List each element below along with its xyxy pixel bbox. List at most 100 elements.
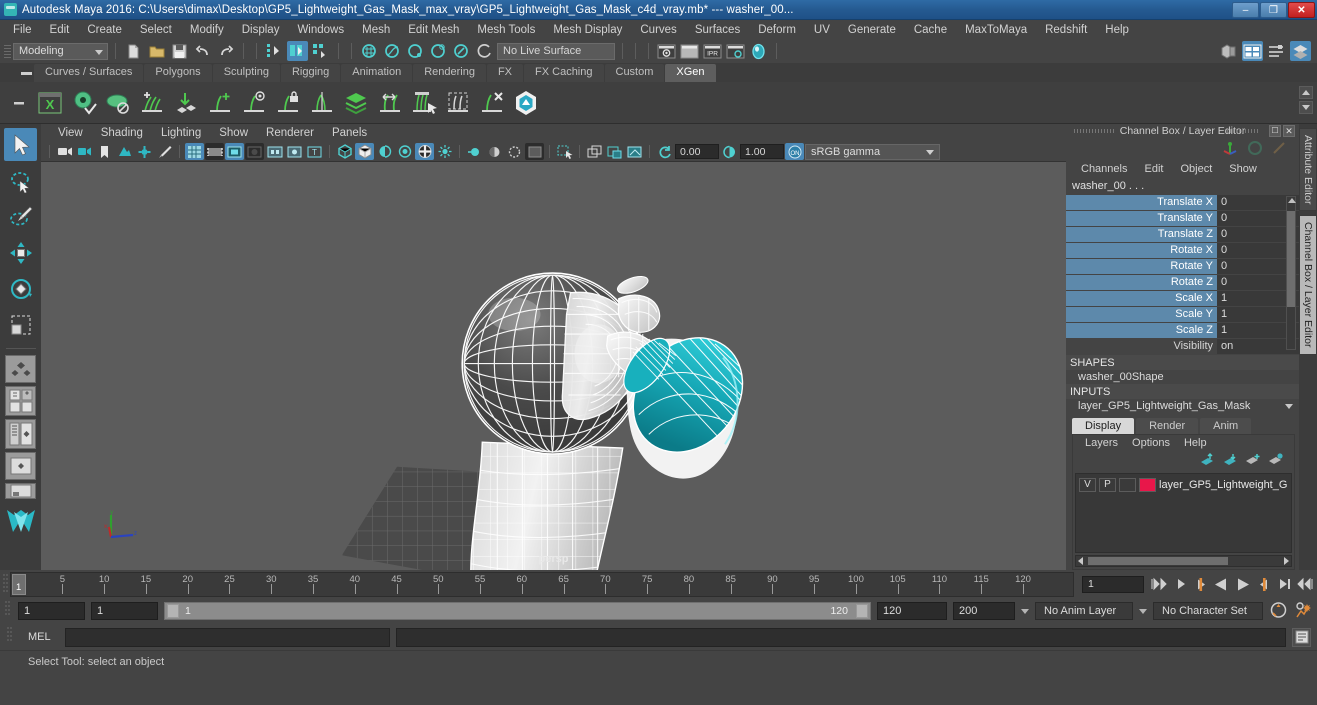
- xgen-layer-icon[interactable]: [340, 86, 372, 120]
- menu-item-edit-mesh[interactable]: Edit Mesh: [399, 22, 468, 38]
- layer-menu-help[interactable]: Help: [1177, 437, 1214, 449]
- xgen-mirror-guide-icon[interactable]: [306, 86, 338, 120]
- scroll-right-icon[interactable]: [1284, 557, 1289, 565]
- menu-item-display[interactable]: Display: [233, 22, 289, 38]
- layer-menu-options[interactable]: Options: [1125, 437, 1177, 449]
- lasso-select-tool-icon[interactable]: [4, 164, 37, 197]
- menu-item-windows[interactable]: Windows: [288, 22, 353, 38]
- tab-channel-box-layer-editor[interactable]: Channel Box / Layer Editor: [1299, 215, 1317, 355]
- scroll-left-icon[interactable]: [1078, 557, 1083, 565]
- snap-to-view-plane-icon[interactable]: [451, 41, 472, 61]
- go-to-end-button[interactable]: [1296, 575, 1315, 593]
- layer-editor-tab-display[interactable]: Display: [1072, 418, 1135, 434]
- snap-to-point-icon[interactable]: [405, 41, 426, 61]
- channel-row[interactable]: Visibility on: [1066, 339, 1299, 354]
- image-plane-icon[interactable]: [115, 143, 134, 160]
- menu-item-cache[interactable]: Cache: [905, 22, 956, 38]
- xgen-groom-brush-icon[interactable]: [374, 86, 406, 120]
- command-line-grip[interactable]: [6, 625, 14, 649]
- menu-item-mesh-tools[interactable]: Mesh Tools: [468, 22, 544, 38]
- character-set-selector[interactable]: No Character Set: [1153, 602, 1263, 620]
- manipulator-scale-icon[interactable]: [1271, 140, 1287, 159]
- xgen-import-collection-icon[interactable]: [170, 86, 202, 120]
- four-view-layout-icon[interactable]: [5, 386, 36, 416]
- range-slider-grip[interactable]: [4, 599, 12, 623]
- animation-end-time-field[interactable]: 200: [953, 602, 1015, 620]
- menu-item-redshift[interactable]: Redshift: [1036, 22, 1096, 38]
- anim-layer-selector[interactable]: No Anim Layer: [1035, 602, 1133, 620]
- channel-row[interactable]: Rotate Y0: [1066, 259, 1299, 274]
- shelf-tab-fx[interactable]: FX: [486, 64, 524, 82]
- channel-label[interactable]: Translate Y: [1066, 211, 1217, 226]
- smooth-shade-all-icon[interactable]: [355, 143, 374, 160]
- select-by-object-type-icon[interactable]: [287, 41, 308, 61]
- xgen-bifrost-icon[interactable]: [510, 86, 542, 120]
- menu-item-surfaces[interactable]: Surfaces: [686, 22, 749, 38]
- outliner-persp-layout-icon[interactable]: [5, 419, 36, 449]
- ambient-occlusion-icon[interactable]: [485, 143, 504, 160]
- snap-to-grid-icon[interactable]: [359, 41, 380, 61]
- menu-item-uv[interactable]: UV: [805, 22, 839, 38]
- input-node-row[interactable]: layer_GP5_Lightweight_Gas_Mask: [1066, 399, 1299, 413]
- ipr-render-icon[interactable]: IPR: [702, 41, 723, 61]
- range-slider-left-handle[interactable]: [167, 604, 179, 618]
- new-scene-icon[interactable]: [123, 41, 144, 61]
- maximize-button[interactable]: ❐: [1260, 2, 1287, 18]
- viewport-menu-view[interactable]: View: [49, 127, 92, 139]
- select-by-component-type-icon[interactable]: [310, 41, 331, 61]
- channel-row[interactable]: Scale Z1: [1066, 323, 1299, 338]
- open-scene-icon[interactable]: [146, 41, 167, 61]
- command-input-field[interactable]: [64, 627, 390, 647]
- shelf-tab-polygons[interactable]: Polygons: [144, 64, 212, 82]
- chevron-down-icon[interactable]: [1021, 608, 1029, 614]
- range-slider[interactable]: 1 120: [164, 602, 871, 620]
- new-layer-icon[interactable]: [1245, 453, 1261, 469]
- shelf-tab-grip[interactable]: [18, 67, 34, 80]
- shelf-tab-rigging[interactable]: Rigging: [280, 64, 341, 82]
- play-forwards-button[interactable]: [1233, 575, 1252, 593]
- show-hide-channel-box-icon[interactable]: [1290, 41, 1311, 61]
- use-all-lights-icon[interactable]: [415, 143, 434, 160]
- menu-item-help[interactable]: Help: [1096, 22, 1138, 38]
- channel-label[interactable]: Translate Z: [1066, 227, 1217, 242]
- menu-item-generate[interactable]: Generate: [839, 22, 905, 38]
- playback-start-time-field[interactable]: 1: [91, 602, 158, 620]
- close-panel-icon[interactable]: ✕: [1283, 125, 1295, 137]
- minimize-button[interactable]: –: [1232, 2, 1259, 18]
- range-slider-right-handle[interactable]: [856, 604, 868, 618]
- paint-effects-icon[interactable]: [585, 143, 604, 160]
- panel-grip-icon[interactable]: [1074, 129, 1114, 133]
- xgen-delete-guide-icon[interactable]: [476, 86, 508, 120]
- scale-tool-icon[interactable]: [4, 308, 37, 341]
- snap-to-projected-center-icon[interactable]: [428, 41, 449, 61]
- xgen-lock-guide-icon[interactable]: [272, 86, 304, 120]
- layer-playback-toggle[interactable]: P: [1099, 478, 1116, 492]
- shelf-tab-fx-caching[interactable]: FX Caching: [524, 64, 604, 82]
- redo-icon[interactable]: [215, 41, 236, 61]
- channel-row[interactable]: Translate Z0: [1066, 227, 1299, 242]
- redo-render-icon[interactable]: [679, 41, 700, 61]
- script-language-label[interactable]: MEL: [20, 631, 59, 643]
- viewport-menu-shading[interactable]: Shading: [92, 127, 152, 139]
- channel-label[interactable]: Rotate Z: [1066, 275, 1217, 290]
- scrollbar-thumb[interactable]: [1287, 211, 1295, 307]
- xgen-editor-icon[interactable]: X: [34, 86, 66, 120]
- menu-item-mesh[interactable]: Mesh: [353, 22, 399, 38]
- animation-start-time-field[interactable]: 1: [18, 602, 85, 620]
- texture-display-icon[interactable]: T: [305, 143, 324, 160]
- exposure-field[interactable]: 0.00: [675, 144, 719, 159]
- select-tool-icon[interactable]: [4, 128, 37, 161]
- shelf-tab-sculpting[interactable]: Sculpting: [212, 64, 280, 82]
- step-back-frame-button[interactable]: [1191, 575, 1210, 593]
- step-back-keyframe-button[interactable]: [1170, 575, 1189, 593]
- show-hide-modeling-toolkit-icon[interactable]: [1218, 41, 1239, 61]
- menu-item-mesh-display[interactable]: Mesh Display: [544, 22, 631, 38]
- move-layer-up-icon[interactable]: [1199, 453, 1215, 469]
- show-hide-tool-settings-icon[interactable]: [1266, 41, 1287, 61]
- layer-name[interactable]: layer_GP5_Lightweight_G: [1159, 479, 1287, 491]
- shelf-tab-custom[interactable]: Custom: [604, 64, 665, 82]
- xgen-select-guide-icon[interactable]: [408, 86, 440, 120]
- motion-blur-icon[interactable]: [465, 143, 484, 160]
- grid-display-icon[interactable]: [185, 143, 204, 160]
- menu-set-selector[interactable]: Modeling: [13, 42, 108, 60]
